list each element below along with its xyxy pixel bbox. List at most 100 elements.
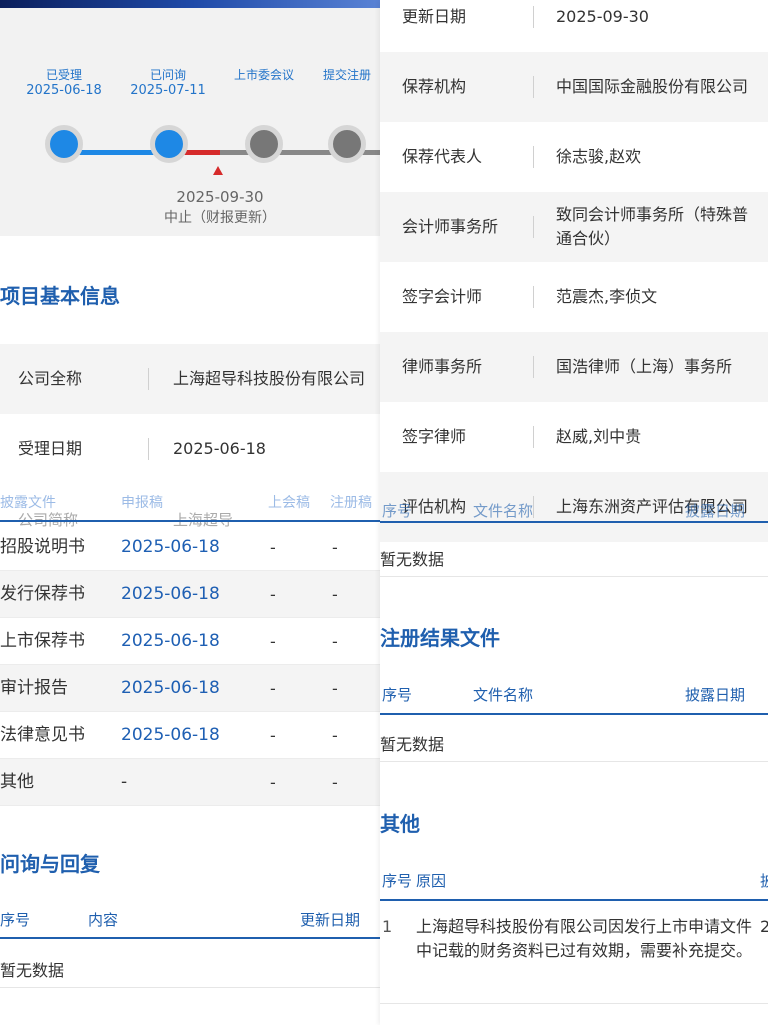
- header-index: 序号: [0, 911, 31, 929]
- document-cell: -: [332, 726, 338, 745]
- right-panel: 更新日期 2025-09-30 保荐机构 中国国际金融股份有限公司 保荐代表人 …: [380, 0, 768, 1025]
- status-date: 2025-09-30: [176, 188, 264, 206]
- row-divider: [0, 987, 385, 988]
- other-row-index: 1: [382, 917, 393, 936]
- divider: [533, 76, 534, 98]
- info-value: 范震杰,李侦文: [556, 287, 658, 306]
- milestone-inquired[interactable]: 已问询 2025-07-11: [126, 67, 210, 99]
- other-row-reason: 上海超导科技股份有限公司因发行上市申请文件中记载的财务资料已过有效期，需要补充提…: [416, 917, 753, 960]
- document-cell: -: [332, 538, 338, 557]
- header-disclosure-file: 披露文件: [0, 495, 56, 511]
- document-link[interactable]: 2025-06-18: [121, 571, 220, 618]
- section-title-registration: 注册结果文件: [380, 626, 500, 650]
- header-underline: [380, 713, 768, 715]
- document-link[interactable]: 2025-06-18: [121, 618, 220, 665]
- document-row[interactable]: 发行保荐书 2025-06-18 - -: [0, 571, 385, 618]
- header-underline: [0, 520, 385, 522]
- document-cell: -: [270, 773, 276, 792]
- divider: [533, 426, 534, 448]
- info-row-signing-lawyer: 签字律师 赵威,刘中贵: [380, 402, 768, 472]
- header-content: 内容: [88, 911, 119, 929]
- document-name: 发行保荐书: [0, 584, 85, 604]
- header-index: 序号: [382, 502, 413, 520]
- header-file-name: 文件名称: [473, 686, 534, 704]
- info-key: 保荐代表人: [402, 147, 483, 166]
- info-row-accounting-firm: 会计师事务所 致同会计师事务所（特殊普通合伙）: [380, 192, 768, 262]
- divider: [533, 216, 534, 238]
- info-key: 受理日期: [18, 439, 83, 458]
- info-value: 2025-09-30: [556, 7, 649, 26]
- divider: [533, 496, 534, 518]
- info-value: 致同会计师事务所（特殊普通合伙）: [556, 205, 749, 248]
- document-link[interactable]: 2025-06-18: [121, 524, 220, 571]
- header-disclosure-date: 披露日期: [685, 686, 746, 704]
- document-row[interactable]: 法律意见书 2025-06-18 - -: [0, 712, 385, 759]
- document-cell: -: [270, 585, 276, 604]
- document-cell: -: [270, 679, 276, 698]
- header-date-truncated: 披: [760, 872, 768, 890]
- info-row-law-firm: 律师事务所 国浩律师（上海）事务所: [380, 332, 768, 402]
- document-row[interactable]: 上市保荐书 2025-06-18 - -: [0, 618, 385, 665]
- divider: [148, 438, 149, 460]
- info-row-signing-accountant: 签字会计师 范震杰,李侦文: [380, 262, 768, 332]
- divider: [148, 368, 149, 390]
- milestone-listing-committee[interactable]: 上市委会议: [226, 67, 302, 83]
- header-file-name: 文件名称: [473, 502, 534, 520]
- milestone-date: 2025-06-18: [26, 83, 102, 98]
- header-underline: [0, 937, 385, 939]
- document-name: 其他: [0, 772, 34, 792]
- document-cell: -: [270, 726, 276, 745]
- info-value: 国浩律师（上海）事务所: [556, 357, 733, 376]
- header-reason: 原因: [416, 872, 447, 890]
- other-row-date-truncated: 2: [760, 917, 768, 936]
- header-disclosure-date: 披露日期: [685, 502, 746, 520]
- divider: [533, 146, 534, 168]
- milestone-dot-inquired: [150, 125, 188, 163]
- document-name: 招股说明书: [0, 537, 85, 557]
- section-title-other: 其他: [380, 812, 420, 836]
- document-link[interactable]: 2025-06-18: [121, 665, 220, 712]
- header-index: 序号: [382, 872, 413, 890]
- progress-timeline: 已受理 2025-06-18 已问询 2025-07-11 上市委会议 提交注册…: [0, 8, 385, 236]
- header-meeting-draft: 上会稿: [268, 495, 310, 511]
- milestone-accepted[interactable]: 已受理 2025-06-18: [22, 67, 106, 99]
- row-divider: [380, 1003, 768, 1004]
- header-update-date: 更新日期: [300, 911, 361, 929]
- info-row-update-date: 更新日期 2025-09-30: [380, 0, 768, 52]
- info-row-sponsor: 保荐机构 中国国际金融股份有限公司: [380, 52, 768, 122]
- divider: [533, 286, 534, 308]
- document-link[interactable]: 2025-06-18: [121, 712, 220, 759]
- header-filing-draft: 申报稿: [121, 495, 163, 511]
- info-key: 签字律师: [402, 427, 467, 446]
- document-name: 上市保荐书: [0, 631, 85, 651]
- document-name: 法律意见书: [0, 725, 85, 745]
- row-divider: [380, 576, 768, 577]
- info-value: 2025-06-18: [173, 439, 266, 458]
- document-cell: -: [332, 632, 338, 651]
- document-cell: -: [332, 585, 338, 604]
- milestone-dot-submit-registration: [328, 125, 366, 163]
- left-panel: 已受理 2025-06-18 已问询 2025-07-11 上市委会议 提交注册…: [0, 0, 385, 1025]
- info-value: 赵威,刘中贵: [556, 427, 642, 446]
- empty-state: 暂无数据: [380, 735, 445, 754]
- header-registration-draft: 注册稿: [330, 495, 372, 511]
- info-value: 中国国际金融股份有限公司: [556, 77, 749, 96]
- divider: [533, 356, 534, 378]
- header-band: [0, 0, 385, 8]
- info-key: 公司全称: [18, 369, 83, 388]
- milestone-dot-listing-committee: [245, 125, 283, 163]
- document-cell: -: [270, 538, 276, 557]
- milestone-date: 2025-07-11: [130, 83, 206, 98]
- empty-state: 暂无数据: [0, 961, 65, 980]
- milestone-submit-registration[interactable]: 提交注册: [316, 67, 378, 83]
- document-row: 其他 - - -: [0, 759, 385, 806]
- info-row-accept-date: 受理日期 2025-06-18: [0, 414, 385, 484]
- info-key: 会计师事务所: [402, 217, 499, 236]
- header-underline: [380, 899, 768, 901]
- milestone-label: 已问询: [149, 68, 186, 82]
- document-row[interactable]: 审计报告 2025-06-18 - -: [0, 665, 385, 712]
- document-cell: -: [332, 773, 338, 792]
- milestone-label: 已受理: [45, 68, 82, 82]
- document-row[interactable]: 招股说明书 2025-06-18 - -: [0, 524, 385, 571]
- info-key: 更新日期: [402, 7, 467, 26]
